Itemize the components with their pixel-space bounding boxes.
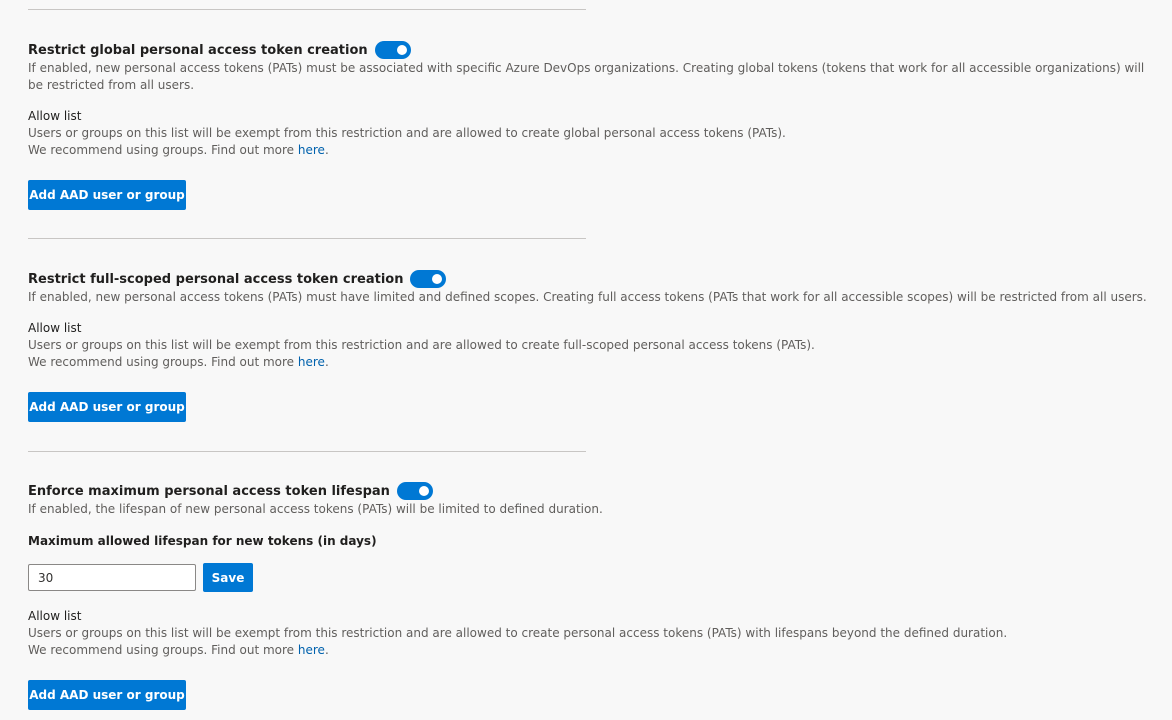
add-aad-user-or-group-button[interactable]: Add AAD user or group bbox=[28, 180, 186, 210]
allow-list-description: Users or groups on this list will be exe… bbox=[28, 126, 786, 140]
add-aad-user-or-group-button[interactable]: Add AAD user or group bbox=[28, 392, 186, 422]
allow-list-description: Users or groups on this list will be exe… bbox=[28, 626, 1008, 640]
recommend-suffix: . bbox=[324, 355, 329, 369]
section-description: If enabled, new personal access tokens (… bbox=[28, 61, 1145, 92]
allow-list-label: Allow list bbox=[28, 609, 82, 623]
lifespan-label: Maximum allowed lifespan for new tokens … bbox=[28, 534, 377, 548]
save-button[interactable]: Save bbox=[203, 563, 253, 592]
allow-list-description: Users or groups on this list will be exe… bbox=[28, 338, 815, 352]
recommend-prefix: We recommend using groups. Find out more bbox=[28, 355, 298, 369]
find-out-more-link[interactable]: here bbox=[298, 355, 325, 369]
toggle-knob bbox=[432, 274, 443, 284]
section-title: Enforce maximum personal access token li… bbox=[28, 483, 390, 499]
recommend-suffix: . bbox=[324, 643, 329, 657]
section-title: Restrict full-scoped personal access tok… bbox=[28, 271, 404, 287]
recommend-text: We recommend using groups. Find out more… bbox=[28, 642, 329, 659]
lifespan-days-input[interactable] bbox=[28, 564, 196, 591]
section-description: If enabled, new personal access tokens (… bbox=[28, 290, 1147, 304]
recommend-text: We recommend using groups. Find out more… bbox=[28, 354, 329, 371]
add-aad-user-or-group-button[interactable]: Add AAD user or group bbox=[28, 680, 186, 710]
allow-list-label: Allow list bbox=[28, 109, 82, 123]
find-out-more-link[interactable]: here bbox=[298, 643, 325, 657]
max-lifespan-toggle[interactable] bbox=[396, 482, 433, 500]
toggle-knob bbox=[418, 486, 429, 496]
settings-page: Restrict global personal access token cr… bbox=[0, 0, 1172, 720]
section-title: Restrict global personal access token cr… bbox=[28, 42, 368, 58]
section-divider bbox=[28, 451, 586, 452]
full-scoped-pat-toggle[interactable] bbox=[410, 270, 447, 288]
toggle-knob bbox=[396, 45, 407, 55]
section-header: Enforce maximum personal access token li… bbox=[28, 481, 433, 501]
recommend-text: We recommend using groups. Find out more… bbox=[28, 142, 329, 159]
global-pat-toggle[interactable] bbox=[374, 41, 411, 59]
allow-list-label: Allow list bbox=[28, 321, 82, 335]
recommend-suffix: . bbox=[324, 143, 329, 157]
section-header: Restrict global personal access token cr… bbox=[28, 40, 411, 60]
recommend-prefix: We recommend using groups. Find out more bbox=[28, 143, 298, 157]
recommend-prefix: We recommend using groups. Find out more bbox=[28, 643, 298, 657]
section-description: If enabled, the lifespan of new personal… bbox=[28, 502, 603, 516]
find-out-more-link[interactable]: here bbox=[298, 143, 325, 157]
section-header: Restrict full-scoped personal access tok… bbox=[28, 269, 447, 289]
section-divider bbox=[28, 238, 586, 239]
section-divider bbox=[28, 9, 586, 10]
